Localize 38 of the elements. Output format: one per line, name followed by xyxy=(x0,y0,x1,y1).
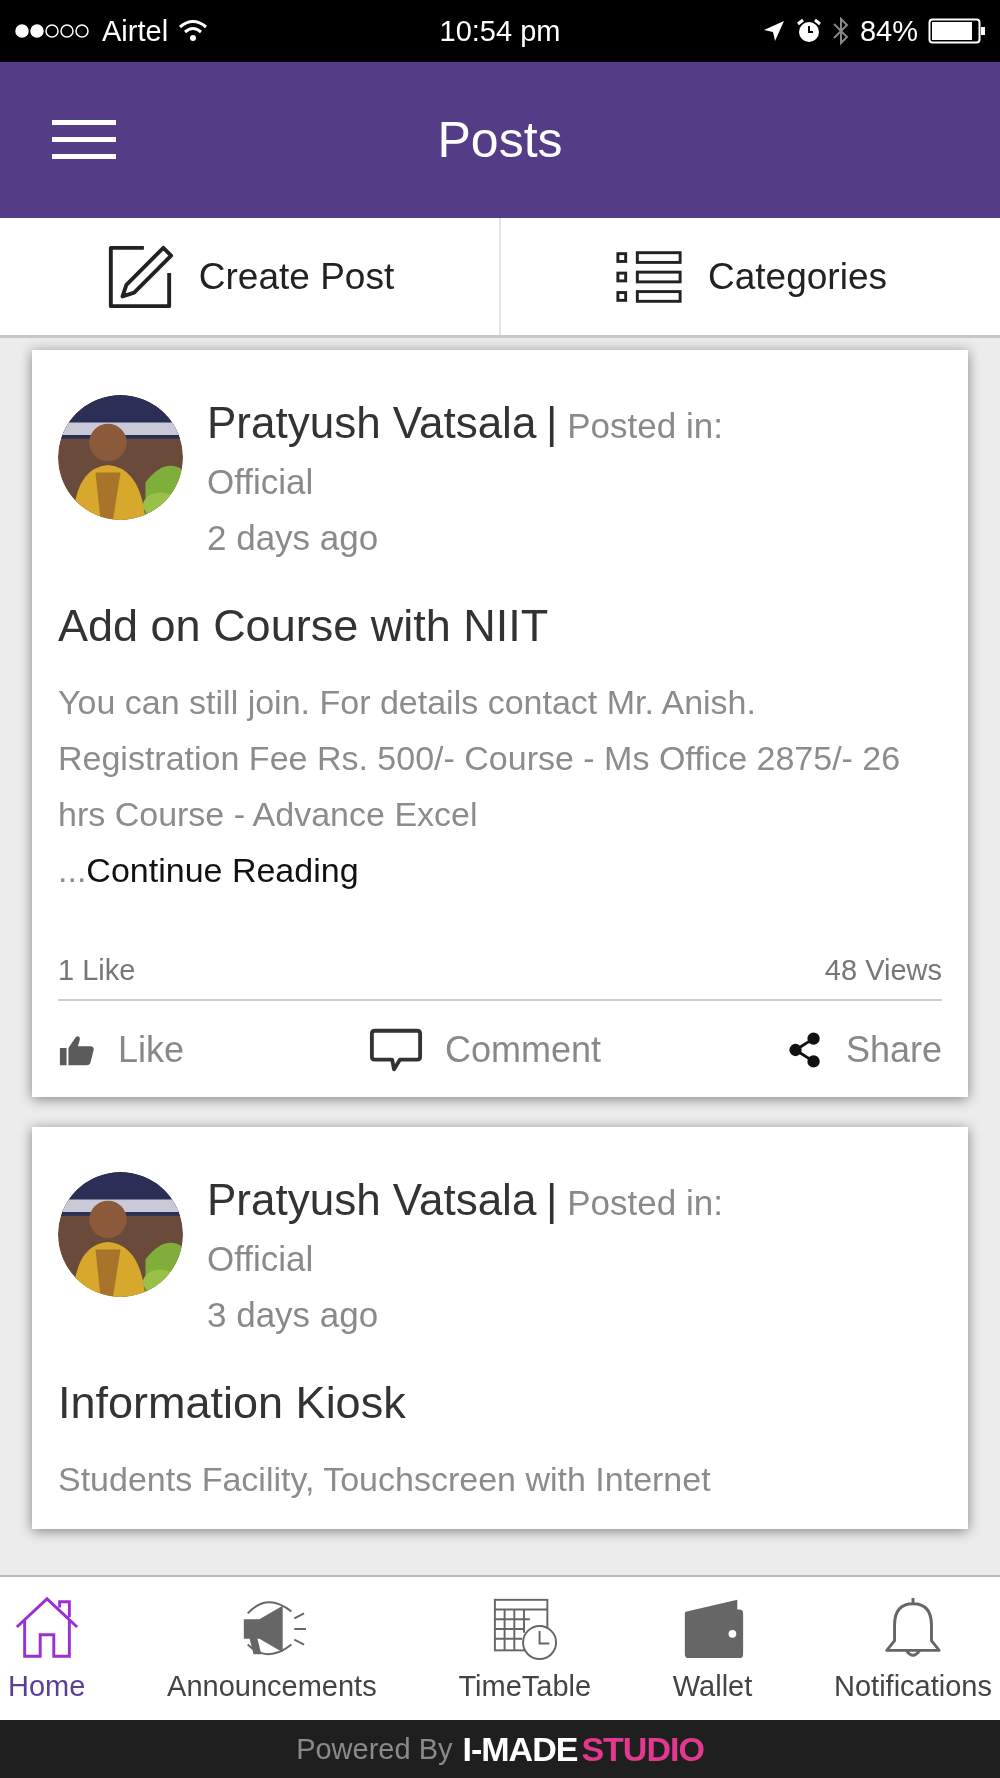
powered-by-text: Powered By xyxy=(296,1732,453,1766)
like-count: 1 Like xyxy=(58,954,136,987)
carrier-name: Airtel xyxy=(102,14,169,48)
author-name: Pratyush Vatsala xyxy=(207,1175,537,1224)
page-title: Posts xyxy=(437,111,563,169)
nav-tab[interactable]: Announcements xyxy=(165,1577,379,1720)
posted-in-label: Posted in: xyxy=(567,406,723,445)
nav-tab[interactable]: Notifications xyxy=(832,1577,994,1720)
categories-button[interactable]: Categories xyxy=(499,218,1000,335)
continue-reading-link[interactable]: Continue Reading xyxy=(86,851,359,889)
battery-percent: 84% xyxy=(859,14,918,48)
separator: | xyxy=(546,398,558,447)
post-title: Information Kiosk xyxy=(58,1377,406,1428)
menu-icon[interactable] xyxy=(52,120,116,160)
post-time: 2 days ago xyxy=(207,518,379,557)
post-body: Students Facility, Touchscreen with Internet xyxy=(58,1459,712,1500)
nav-tab[interactable]: Home xyxy=(6,1577,88,1720)
alarm-clock-icon xyxy=(795,18,822,44)
view-count: 48 Views xyxy=(824,954,942,987)
brand-logo-text: STUDIO xyxy=(581,1729,704,1769)
like-button[interactable]: Like xyxy=(58,1025,185,1075)
posted-in-label: Posted in: xyxy=(567,1183,723,1222)
post-title: Add on Course with NIIT xyxy=(58,600,549,651)
separator: | xyxy=(546,1175,558,1224)
nav-tab[interactable]: Wallet xyxy=(670,1577,755,1720)
signal-icon xyxy=(14,23,92,39)
share-button[interactable]: Share xyxy=(785,1025,942,1075)
nav-tab[interactable]: TimeTable xyxy=(456,1577,594,1720)
wifi-icon xyxy=(178,19,209,43)
comment-button[interactable]: Comment xyxy=(368,1025,601,1075)
create-button[interactable]: Create Post xyxy=(0,218,499,335)
author-name: Pratyush Vatsala xyxy=(207,398,537,447)
battery-icon xyxy=(928,18,986,44)
clock-time: 10:54 pm xyxy=(439,14,561,48)
post-body: You can still join. For details contact Mr. Anish. Registration Fee Rs. 500/- Course - Ms Office 2875/- 26 hrs Course - Advance Excel ...Continue Reading xyxy=(58,682,902,891)
post-time: 3 days ago xyxy=(207,1295,379,1334)
brand-logo-text: I-MADE xyxy=(462,1729,578,1769)
bluetooth-icon xyxy=(831,16,850,46)
